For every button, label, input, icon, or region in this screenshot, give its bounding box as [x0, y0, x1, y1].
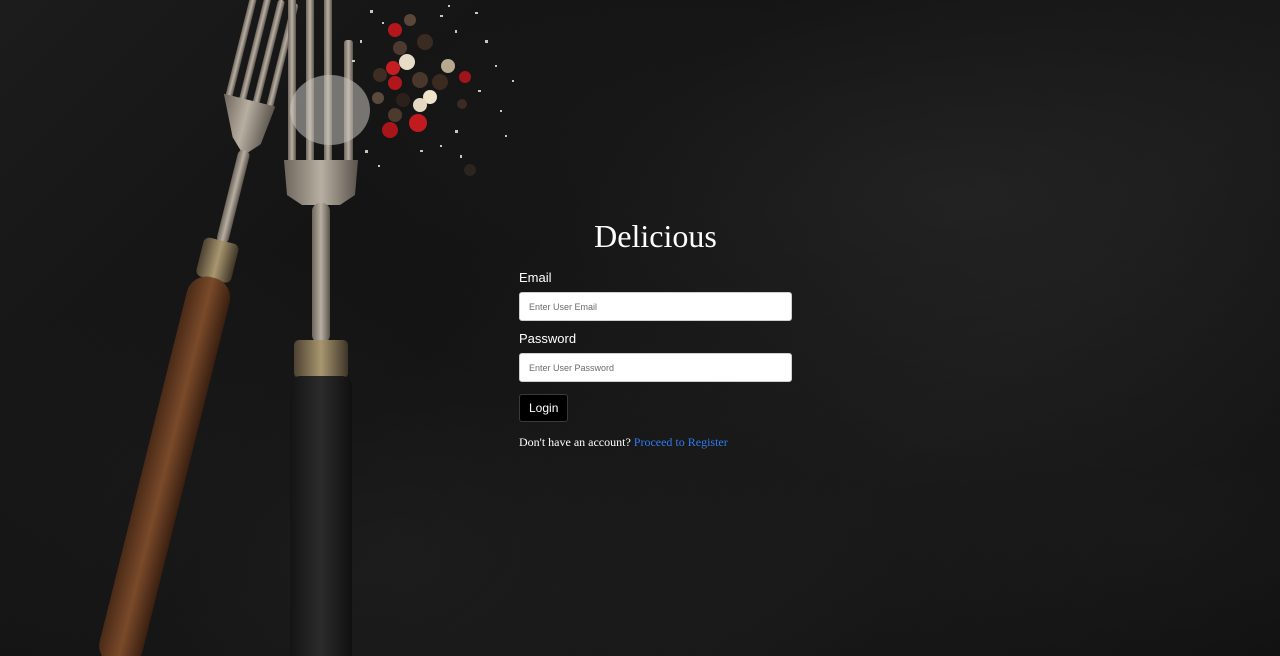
email-field-group: Email — [519, 270, 792, 321]
password-input[interactable] — [519, 353, 792, 382]
password-label: Password — [519, 331, 577, 346]
left-fork — [99, 0, 299, 656]
password-field-group: Password — [519, 331, 792, 382]
email-input[interactable] — [519, 292, 792, 321]
register-prompt: Don't have an account? Proceed to Regist… — [519, 435, 792, 450]
spices — [290, 5, 514, 176]
register-prompt-text: Don't have an account? — [519, 435, 631, 449]
login-form: Delicious Email Password Login Don't hav… — [519, 216, 792, 450]
app-title: Delicious — [594, 218, 717, 254]
login-button[interactable]: Login — [519, 394, 569, 422]
register-link[interactable]: Proceed to Register — [634, 435, 728, 449]
email-label: Email — [519, 270, 552, 285]
